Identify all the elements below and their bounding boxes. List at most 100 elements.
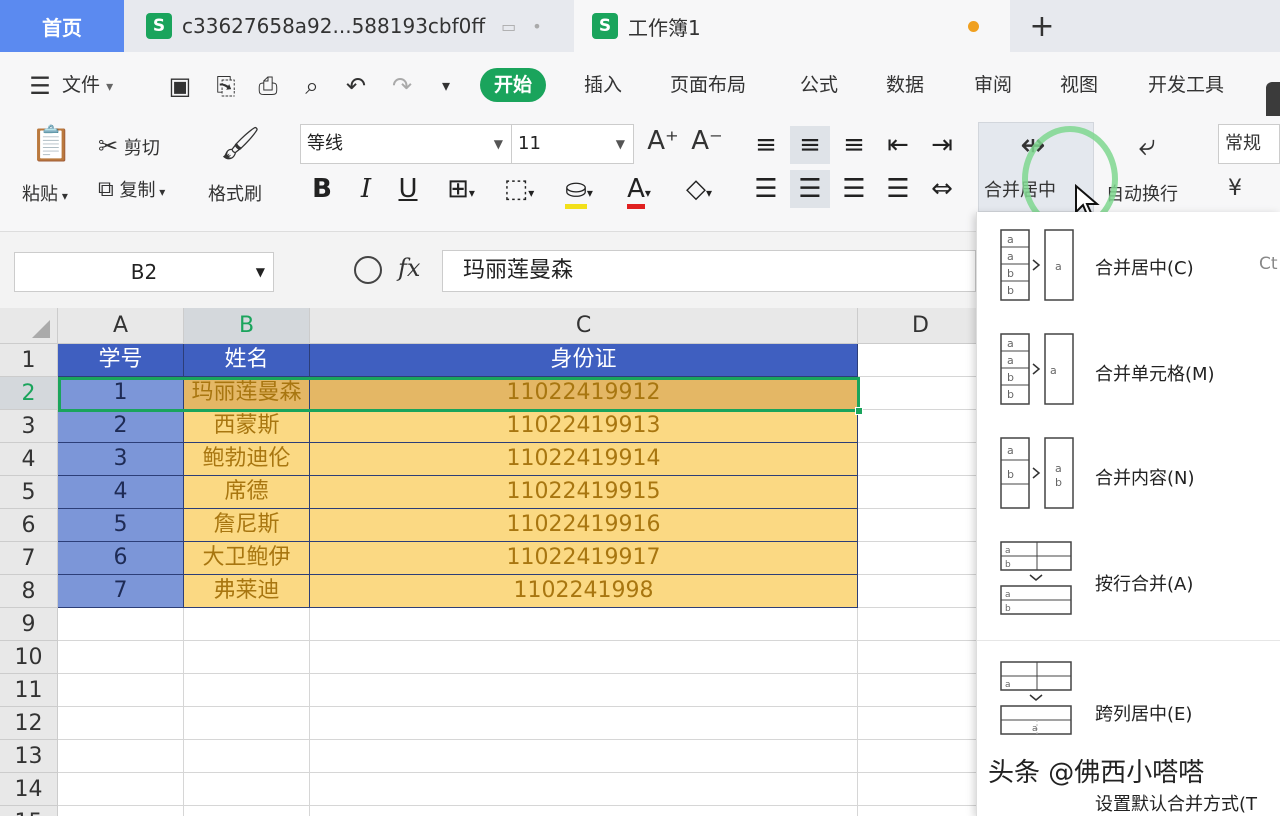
font-name-select[interactable]: 等线 ▼ <box>300 124 512 164</box>
empty-cell[interactable] <box>184 608 310 641</box>
row-header[interactable]: 5 <box>0 476 58 509</box>
empty-cell[interactable] <box>58 773 184 806</box>
center-across-option[interactable]: a a 跨列居中(E) <box>977 650 1280 754</box>
new-tab-button[interactable]: + <box>1022 4 1062 48</box>
currency-button[interactable]: ¥ <box>1228 176 1242 201</box>
empty-cell[interactable] <box>58 707 184 740</box>
row-header[interactable]: 11 <box>0 674 58 707</box>
menu-developer[interactable]: 开发工具 <box>1148 68 1224 102</box>
number-format-select[interactable]: 常规 <box>1218 124 1280 164</box>
table-cell[interactable]: 弗莱迪 <box>184 575 310 608</box>
table-cell[interactable]: 11022419914 <box>310 443 858 476</box>
row-header[interactable]: 2 <box>0 377 58 410</box>
font-color-button[interactable]: A▾ <box>614 170 664 209</box>
merge-content-option[interactable]: ab ab 合并内容(N) <box>977 420 1280 524</box>
copy-button[interactable]: ⧉ 复制 ▾ <box>98 176 165 202</box>
table-cell[interactable]: 7 <box>58 575 184 608</box>
empty-cell[interactable] <box>58 608 184 641</box>
empty-cell[interactable] <box>858 410 976 443</box>
empty-cell[interactable] <box>184 806 310 816</box>
paste-button[interactable]: 粘贴 ▾ <box>22 180 68 206</box>
empty-cell[interactable] <box>858 773 976 806</box>
merge-cells-option[interactable]: aabb a 合并单元格(M) <box>977 316 1280 420</box>
decrease-indent-icon[interactable]: ⇤ <box>878 126 918 164</box>
menu-insert[interactable]: 插入 <box>584 68 622 102</box>
print-preview-icon[interactable]: ⌕ <box>296 70 328 102</box>
align-right-icon[interactable]: ☰ <box>834 170 874 208</box>
row-header[interactable]: 15 <box>0 806 58 816</box>
empty-cell[interactable] <box>858 674 976 707</box>
table-cell[interactable]: 鲍勃迪伦 <box>184 443 310 476</box>
table-cell[interactable]: 11022419913 <box>310 410 858 443</box>
spreadsheet-grid[interactable]: A B C D 123456789101112131415 学号姓名身份证1玛丽… <box>0 308 976 816</box>
empty-cell[interactable] <box>310 740 858 773</box>
redo-icon[interactable]: ↷ <box>386 70 418 102</box>
empty-cell[interactable] <box>858 476 976 509</box>
row-header[interactable]: 9 <box>0 608 58 641</box>
table-cell[interactable]: 1102241998 <box>310 575 858 608</box>
row-header[interactable]: 1 <box>0 344 58 377</box>
empty-cell[interactable] <box>858 608 976 641</box>
row-header[interactable]: 14 <box>0 773 58 806</box>
print-icon[interactable]: ⎙ <box>252 70 284 102</box>
empty-cell[interactable] <box>858 344 976 377</box>
column-header-a[interactable]: A <box>58 308 184 344</box>
bold-button[interactable]: B <box>302 170 342 208</box>
empty-cell[interactable] <box>310 773 858 806</box>
export-icon[interactable]: ⎘ <box>210 70 242 102</box>
empty-cell[interactable] <box>310 641 858 674</box>
align-top-icon[interactable]: ≡ <box>746 126 786 164</box>
table-cell[interactable]: 西蒙斯 <box>184 410 310 443</box>
menu-formulas[interactable]: 公式 <box>800 68 838 102</box>
empty-cell[interactable] <box>310 674 858 707</box>
justify-icon[interactable]: ☰ <box>878 170 918 208</box>
table-cell[interactable]: 席德 <box>184 476 310 509</box>
table-cell[interactable]: 大卫鲍伊 <box>184 542 310 575</box>
file-menu[interactable]: 文件 ▾ <box>62 68 113 102</box>
format-painter-icon[interactable]: 🖌 <box>220 124 261 168</box>
empty-cell[interactable] <box>858 575 976 608</box>
save-icon[interactable]: ▣ <box>164 70 196 102</box>
row-header[interactable]: 12 <box>0 707 58 740</box>
table-cell[interactable]: 11022419917 <box>310 542 858 575</box>
empty-cell[interactable] <box>310 806 858 816</box>
table-cell[interactable]: 5 <box>58 509 184 542</box>
empty-cell[interactable] <box>184 641 310 674</box>
fill-handle[interactable] <box>855 407 863 415</box>
distributed-align-icon[interactable]: ⇔ <box>922 170 962 208</box>
align-center-icon[interactable]: ☰ <box>790 170 830 208</box>
hamburger-icon[interactable]: ☰ <box>24 70 56 102</box>
header-cell[interactable]: 学号 <box>58 344 184 377</box>
formula-input[interactable]: 玛丽莲曼森 <box>442 250 976 292</box>
table-cell[interactable]: 4 <box>58 476 184 509</box>
table-cell[interactable]: 2 <box>58 410 184 443</box>
merge-by-row-option[interactable]: ab ab 按行合并(A) <box>977 524 1280 628</box>
empty-cell[interactable] <box>184 740 310 773</box>
zoom-icon[interactable] <box>354 256 382 284</box>
underline-button[interactable]: U <box>388 170 428 208</box>
menu-data[interactable]: 数据 <box>886 68 924 102</box>
empty-cell[interactable] <box>58 740 184 773</box>
row-header[interactable]: 7 <box>0 542 58 575</box>
clear-button[interactable]: ◇▾ <box>674 170 724 208</box>
empty-cell[interactable] <box>858 707 976 740</box>
align-bottom-icon[interactable]: ≡ <box>834 126 874 164</box>
empty-cell[interactable] <box>310 707 858 740</box>
column-header-c[interactable]: C <box>310 308 858 344</box>
empty-cell[interactable] <box>858 740 976 773</box>
increase-indent-icon[interactable]: ⇥ <box>922 126 962 164</box>
fill-color-button[interactable]: ⛀▾ <box>554 170 604 209</box>
font-size-select[interactable]: 11 ▼ <box>512 124 634 164</box>
fx-icon[interactable]: fx <box>398 254 420 282</box>
row-header[interactable]: 6 <box>0 509 58 542</box>
header-cell[interactable]: 身份证 <box>310 344 858 377</box>
cell-style-button[interactable]: ⬚▾ <box>494 170 544 208</box>
empty-cell[interactable] <box>310 608 858 641</box>
empty-cell[interactable] <box>184 773 310 806</box>
row-header[interactable]: 10 <box>0 641 58 674</box>
table-cell[interactable]: 3 <box>58 443 184 476</box>
borders-button[interactable]: ⊞▾ <box>436 170 486 208</box>
row-header[interactable]: 8 <box>0 575 58 608</box>
empty-cell[interactable] <box>858 443 976 476</box>
empty-cell[interactable] <box>184 674 310 707</box>
